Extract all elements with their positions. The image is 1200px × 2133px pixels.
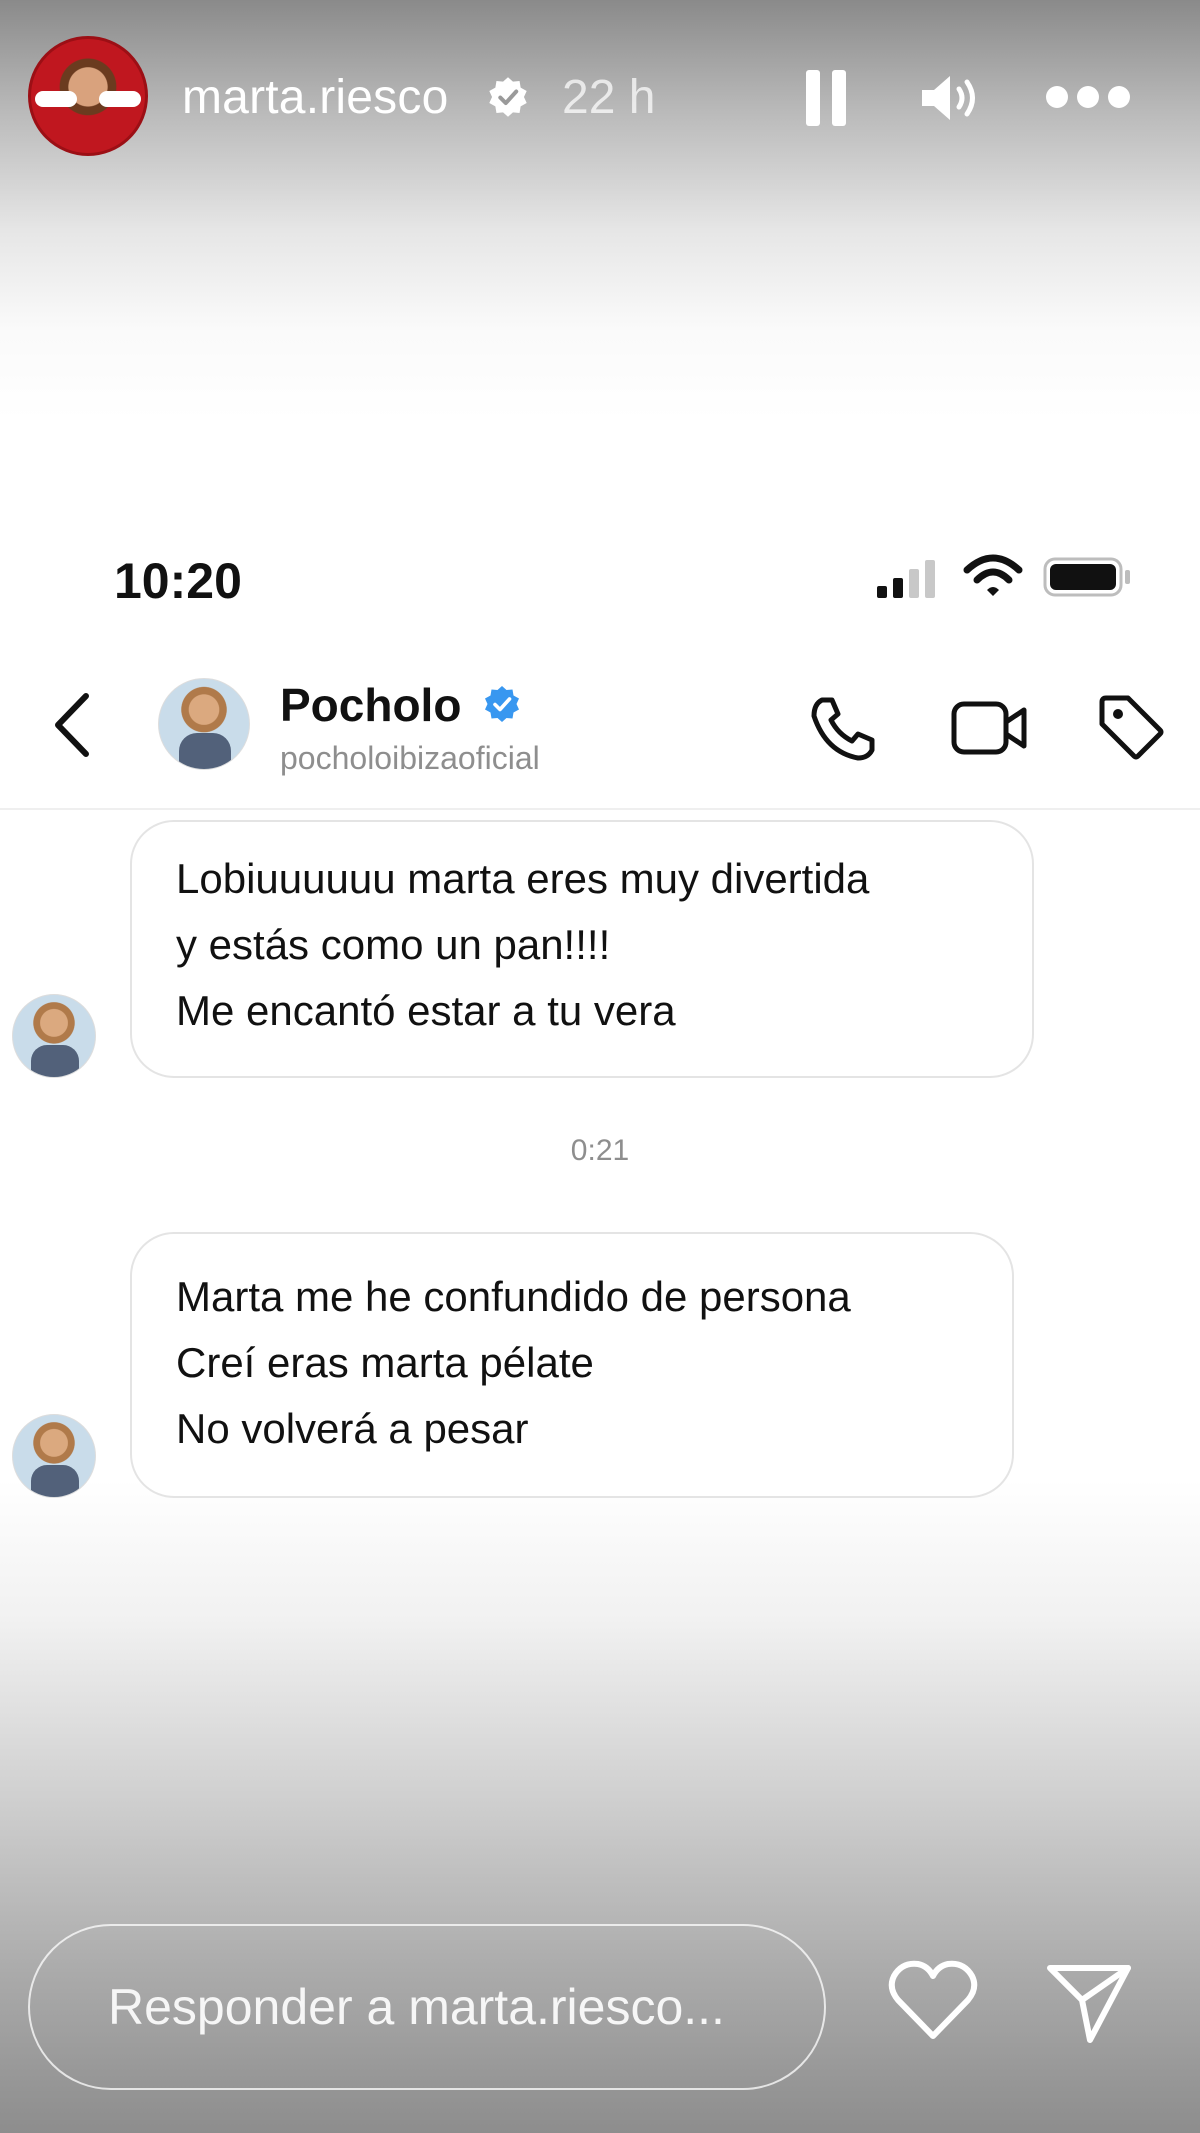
reply-input[interactable] bbox=[28, 1924, 826, 2090]
avatar-hat-detail bbox=[35, 91, 77, 107]
avatar-hat-detail bbox=[99, 91, 141, 107]
message-line: Me encantó estar a tu vera bbox=[176, 987, 676, 1034]
back-icon[interactable] bbox=[52, 692, 92, 758]
more-icon[interactable] bbox=[1046, 86, 1130, 110]
tag-icon[interactable] bbox=[1096, 692, 1166, 762]
call-icon[interactable] bbox=[808, 694, 878, 764]
contact-name[interactable]: Pocholo bbox=[280, 678, 461, 732]
story-time: 22 h bbox=[562, 71, 656, 124]
status-bar-time: 10:20 bbox=[114, 553, 242, 609]
send-icon[interactable] bbox=[1044, 1960, 1134, 2046]
message-line: Marta me he confundido de persona bbox=[176, 1273, 851, 1320]
message-bubble[interactable]: Marta me he confundido de persona Creí e… bbox=[130, 1232, 1014, 1498]
sender-avatar[interactable] bbox=[12, 994, 96, 1078]
story-header: marta.riesco 22 h bbox=[0, 0, 1200, 200]
heart-icon[interactable] bbox=[888, 1958, 978, 2042]
message-bubble[interactable]: Lobiuuuuuu marta eres muy divertida y es… bbox=[130, 820, 1034, 1078]
story-avatar[interactable] bbox=[28, 36, 148, 156]
message-line: No volverá a pesar bbox=[176, 1405, 529, 1452]
contact-avatar[interactable] bbox=[158, 678, 250, 770]
pause-icon[interactable] bbox=[804, 70, 848, 126]
message-line: y estás como un pan!!!! bbox=[176, 921, 611, 968]
verified-icon bbox=[489, 77, 527, 117]
sender-avatar[interactable] bbox=[12, 1414, 96, 1498]
battery-icon bbox=[1043, 557, 1130, 597]
message-timestamp: 0:21 bbox=[570, 1134, 630, 1167]
wifi-icon bbox=[963, 554, 1023, 596]
verified-icon bbox=[485, 686, 519, 722]
message-line: Creí eras marta pélate bbox=[176, 1339, 594, 1386]
chat-header: Pocholo pocholoibizaoficial bbox=[0, 660, 1200, 810]
video-icon[interactable] bbox=[950, 698, 1030, 758]
volume-icon[interactable] bbox=[918, 70, 982, 126]
contact-handle: pocholoibizaoficial bbox=[280, 740, 540, 776]
message-line: Lobiuuuuuu marta eres muy divertida bbox=[176, 855, 870, 902]
story-username[interactable]: marta.riesco bbox=[182, 70, 448, 125]
signal-icon bbox=[877, 560, 935, 598]
